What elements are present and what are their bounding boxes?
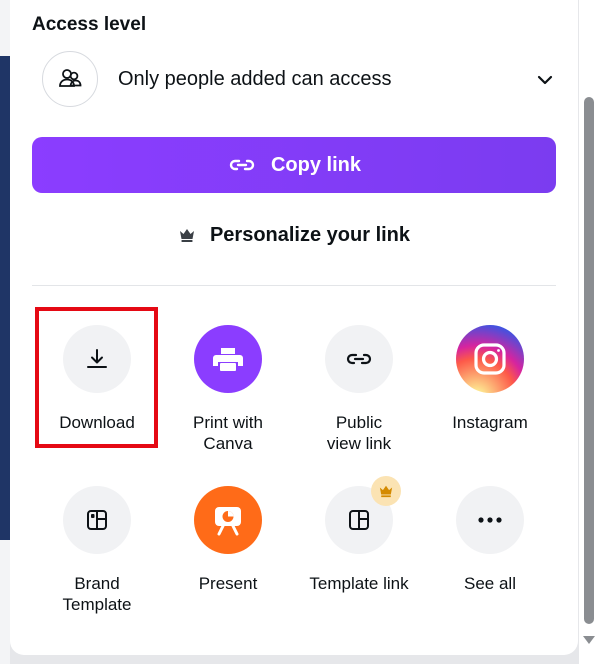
share-option-label: Template link bbox=[309, 574, 409, 593]
share-panel: Access level Only people added can acces… bbox=[10, 0, 578, 655]
share-option-label: Brand Template bbox=[62, 574, 132, 614]
scrollbar-thumb[interactable] bbox=[584, 97, 594, 624]
download-circle bbox=[63, 325, 131, 393]
share-option-see-all[interactable]: See all bbox=[425, 486, 555, 636]
template-link-circle bbox=[325, 476, 401, 554]
copy-link-button[interactable]: Copy link bbox=[32, 137, 556, 193]
public-link-circle bbox=[325, 325, 393, 393]
personalize-link-button[interactable]: Personalize your link bbox=[32, 218, 556, 252]
share-option-brand-template[interactable]: Brand Template bbox=[32, 486, 162, 636]
share-option-label: Public view link bbox=[326, 413, 392, 453]
share-option-label: See all bbox=[464, 574, 516, 593]
premium-badge bbox=[371, 476, 401, 506]
link-icon bbox=[229, 159, 255, 171]
background-strip-bottom bbox=[0, 540, 10, 664]
share-option-label: Present bbox=[198, 574, 258, 593]
instagram-circle bbox=[456, 325, 524, 393]
share-option-print-with-canva[interactable]: Print with Canva bbox=[163, 325, 293, 475]
divider bbox=[32, 285, 556, 286]
background-canvas-edge bbox=[0, 56, 10, 540]
template-link-icon bbox=[349, 510, 369, 530]
share-option-instagram[interactable]: Instagram bbox=[425, 325, 555, 475]
instagram-icon bbox=[474, 343, 506, 375]
download-icon bbox=[87, 349, 107, 368]
share-option-label: Download bbox=[59, 413, 135, 432]
scroll-down-arrow-icon[interactable] bbox=[583, 636, 595, 644]
share-option-label: Print with Canva bbox=[193, 413, 263, 453]
brand-template-circle bbox=[63, 486, 131, 554]
see-all-circle bbox=[456, 486, 524, 554]
print-circle bbox=[194, 325, 262, 393]
crown-icon bbox=[179, 229, 194, 242]
print-icon bbox=[213, 348, 243, 371]
brand-template-icon bbox=[87, 510, 107, 530]
access-level-title: Access level bbox=[32, 14, 147, 35]
access-level-dropdown[interactable]: Only people added can access bbox=[42, 51, 562, 109]
share-option-download[interactable]: Download bbox=[32, 325, 162, 475]
people-icon bbox=[42, 51, 98, 107]
background-strip bbox=[0, 0, 10, 56]
more-icon bbox=[478, 517, 502, 523]
access-level-value: Only people added can access bbox=[118, 68, 392, 90]
present-circle bbox=[194, 486, 262, 554]
chevron-down-icon[interactable] bbox=[534, 69, 556, 91]
link-icon bbox=[346, 353, 372, 365]
share-option-public-view-link[interactable]: Public view link bbox=[294, 325, 424, 475]
personalize-link-label: Personalize your link bbox=[209, 223, 411, 246]
share-option-label: Instagram bbox=[452, 413, 528, 432]
crown-icon bbox=[379, 485, 393, 498]
present-icon bbox=[215, 507, 241, 536]
scrollbar[interactable] bbox=[579, 0, 605, 664]
copy-link-label: Copy link bbox=[270, 153, 361, 176]
share-option-template-link[interactable]: Template link bbox=[294, 476, 424, 636]
share-option-present[interactable]: Present bbox=[163, 486, 293, 636]
